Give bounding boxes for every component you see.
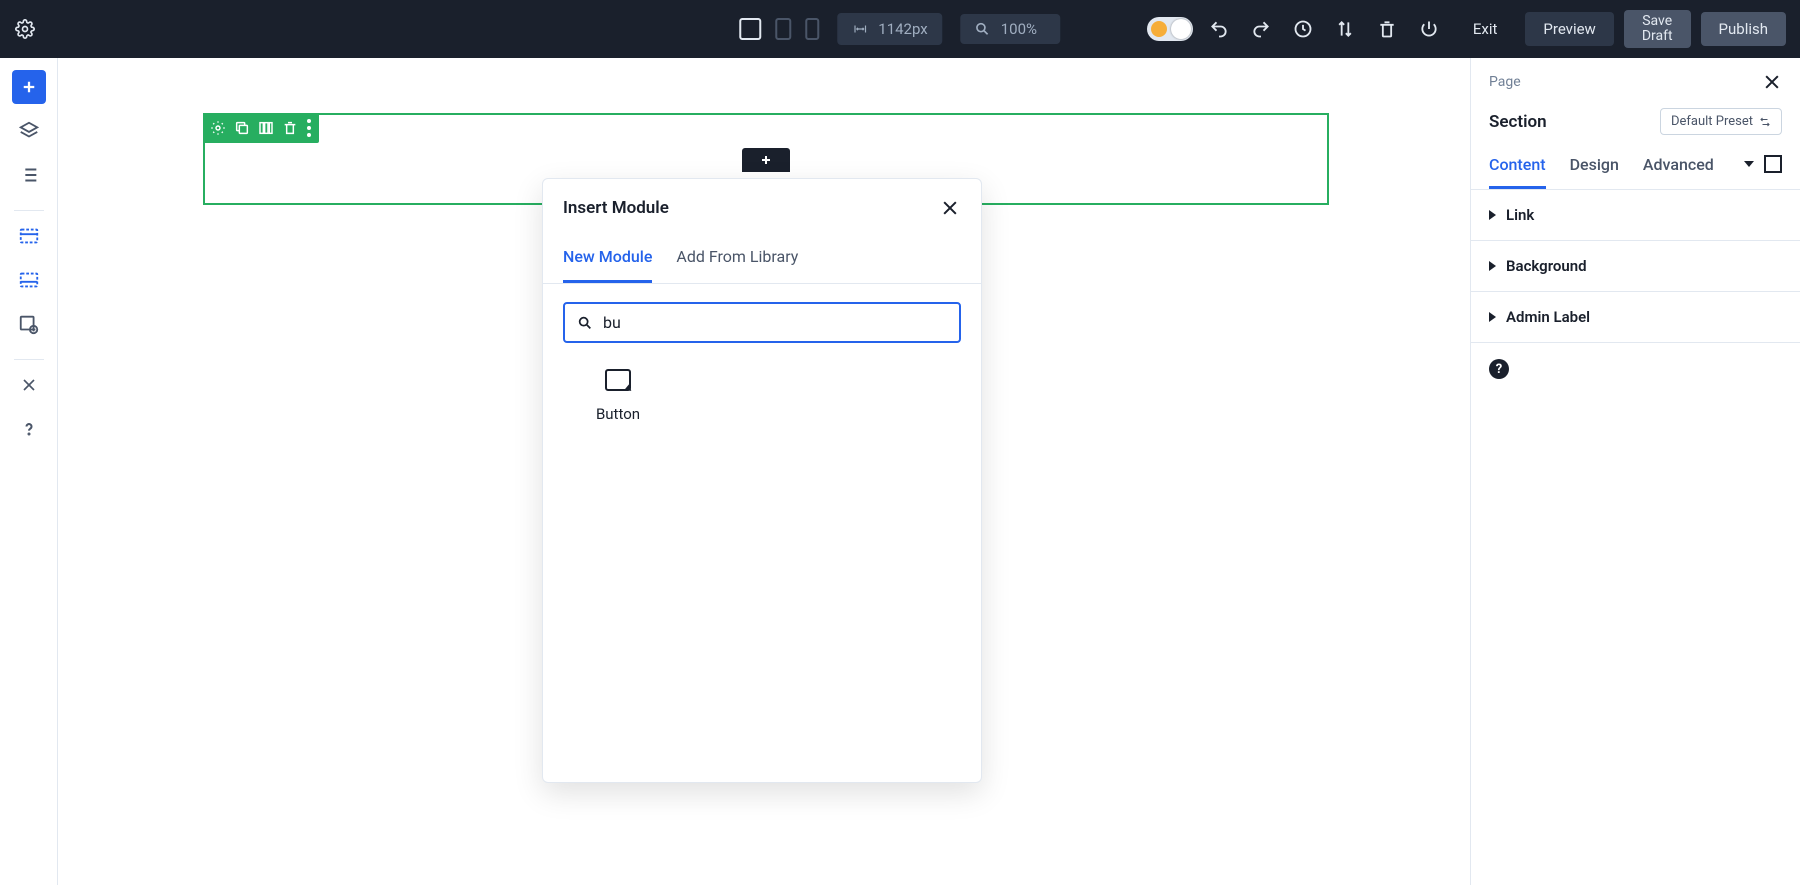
accordion-label: Background bbox=[1506, 257, 1587, 275]
sun-icon bbox=[1151, 21, 1167, 37]
topbar-center-controls: 1142px 100% bbox=[739, 13, 1060, 45]
panel-expand-icon[interactable] bbox=[1764, 155, 1782, 173]
caret-right-icon bbox=[1489, 312, 1496, 322]
modal-tabs: New Module Add From Library bbox=[543, 237, 981, 284]
redo-icon[interactable] bbox=[1251, 19, 1271, 39]
section-columns-icon[interactable] bbox=[257, 119, 275, 137]
device-switcher bbox=[739, 18, 819, 40]
add-module-button[interactable] bbox=[742, 148, 790, 172]
settings-gear-icon[interactable] bbox=[14, 18, 36, 40]
save-template-icon[interactable] bbox=[12, 307, 46, 341]
section-toolbar bbox=[203, 113, 319, 143]
tab-content[interactable]: Content bbox=[1489, 147, 1546, 189]
tab-new-module[interactable]: New Module bbox=[563, 237, 652, 283]
wireframe-footer-icon[interactable] bbox=[12, 263, 46, 297]
accordion-label: Link bbox=[1506, 206, 1534, 224]
desktop-device-icon[interactable] bbox=[739, 18, 761, 40]
module-item-label: Button bbox=[596, 405, 640, 423]
search-icon bbox=[577, 315, 593, 331]
rail-separator bbox=[14, 210, 44, 211]
tab-design[interactable]: Design bbox=[1570, 147, 1619, 189]
modal-close-icon[interactable] bbox=[939, 197, 961, 219]
list-icon[interactable] bbox=[12, 158, 46, 192]
tablet-device-icon[interactable] bbox=[775, 18, 791, 40]
light-dark-toggle[interactable] bbox=[1147, 17, 1193, 41]
swap-icon bbox=[1759, 116, 1771, 128]
section-settings-icon[interactable] bbox=[209, 119, 227, 137]
preset-label: Default Preset bbox=[1671, 114, 1753, 129]
accordion-background[interactable]: Background bbox=[1471, 241, 1800, 292]
power-icon[interactable] bbox=[1419, 19, 1439, 39]
left-sidebar bbox=[0, 58, 58, 885]
zoom-input[interactable]: 100% bbox=[961, 14, 1061, 44]
panel-options-caret-icon[interactable] bbox=[1744, 161, 1754, 167]
caret-right-icon bbox=[1489, 210, 1496, 220]
module-search-field[interactable] bbox=[563, 302, 961, 343]
panel-breadcrumb[interactable]: Page bbox=[1489, 74, 1521, 90]
trash-icon[interactable] bbox=[1377, 19, 1397, 39]
settings-panel: Page Section Default Preset Content Desi… bbox=[1470, 58, 1800, 885]
exit-button[interactable]: Exit bbox=[1455, 12, 1516, 46]
undo-icon[interactable] bbox=[1209, 19, 1229, 39]
tools-icon[interactable] bbox=[12, 368, 46, 402]
save-draft-button[interactable]: Save Draft bbox=[1624, 10, 1691, 49]
preview-button[interactable]: Preview bbox=[1525, 12, 1613, 46]
modal-title: Insert Module bbox=[563, 198, 669, 218]
topbar-right-controls: Exit Preview Save Draft Publish bbox=[1147, 10, 1786, 49]
section-duplicate-icon[interactable] bbox=[233, 119, 251, 137]
wireframe-header-icon[interactable] bbox=[12, 219, 46, 253]
viewport-width-input[interactable]: 1142px bbox=[837, 13, 942, 45]
rail-separator-2 bbox=[14, 359, 44, 360]
accordion-label: Admin Label bbox=[1506, 308, 1590, 326]
preset-selector[interactable]: Default Preset bbox=[1660, 108, 1782, 135]
toggle-knob bbox=[1171, 19, 1191, 39]
module-search-input[interactable] bbox=[603, 313, 947, 332]
section-more-icon[interactable] bbox=[307, 118, 313, 138]
phone-device-icon[interactable] bbox=[805, 18, 819, 40]
insert-module-modal: Insert Module New Module Add From Librar… bbox=[542, 178, 982, 783]
caret-right-icon bbox=[1489, 261, 1496, 271]
zoom-value: 100% bbox=[1001, 20, 1037, 38]
help-icon[interactable] bbox=[12, 412, 46, 446]
top-toolbar: 1142px 100% Exit Preview Save Draft Publ… bbox=[0, 0, 1800, 58]
panel-help-button[interactable]: ? bbox=[1489, 359, 1509, 379]
panel-section-title: Section bbox=[1489, 112, 1547, 132]
modal-header: Insert Module bbox=[543, 179, 981, 237]
tab-advanced[interactable]: Advanced bbox=[1643, 147, 1714, 189]
section-delete-icon[interactable] bbox=[281, 119, 299, 137]
panel-tabs: Content Design Advanced bbox=[1471, 147, 1800, 190]
accordion-link[interactable]: Link bbox=[1471, 190, 1800, 241]
panel-close-icon[interactable] bbox=[1762, 72, 1782, 92]
history-icon[interactable] bbox=[1293, 19, 1313, 39]
publish-button[interactable]: Publish bbox=[1701, 12, 1786, 46]
viewport-width-value: 1142px bbox=[878, 20, 927, 38]
tab-add-from-library[interactable]: Add From Library bbox=[676, 237, 798, 283]
add-element-button[interactable] bbox=[12, 70, 46, 104]
sort-icon[interactable] bbox=[1335, 19, 1355, 39]
accordion-admin-label[interactable]: Admin Label bbox=[1471, 292, 1800, 343]
button-module-icon bbox=[605, 369, 631, 391]
layers-icon[interactable] bbox=[12, 114, 46, 148]
module-results: Button bbox=[543, 349, 981, 443]
module-item-button[interactable]: Button bbox=[563, 369, 673, 423]
